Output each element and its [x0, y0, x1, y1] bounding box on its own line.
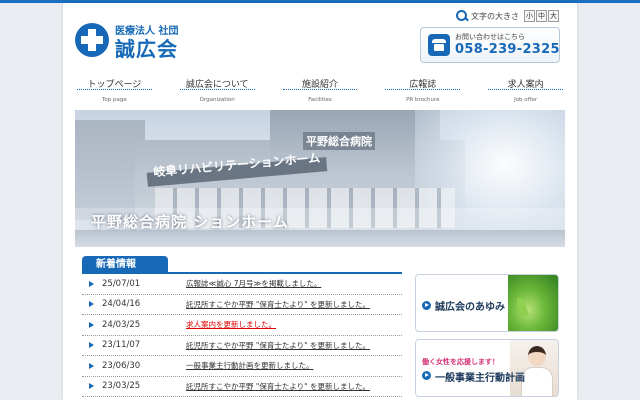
nav-item-top[interactable]: トップページ Top page — [63, 75, 166, 105]
site-logo[interactable]: 医療法人 社団 誠広会 — [75, 19, 195, 61]
news-date: 24/03/25 — [102, 319, 141, 330]
news-date: 25/07/01 — [102, 278, 141, 289]
nav-item-job-offer[interactable]: 求人案内 Job offer — [474, 75, 577, 105]
arrow-right-icon — [88, 279, 98, 289]
global-nav: トップページ Top page 誠広会について Organization 施設紹… — [63, 75, 577, 105]
news-date: 24/04/16 — [102, 299, 141, 310]
news-date: 23/06/30 — [102, 360, 141, 371]
action-plan-tagline: 働く女性を応援します！ — [422, 358, 499, 366]
logo-name: 誠広会 — [115, 37, 178, 61]
news-item[interactable]: 25/07/01 広報誌≪誠心 7月号≫を掲載しました。 — [82, 274, 402, 295]
news-link[interactable]: 広報誌≪誠心 7月号≫を掲載しました。 — [186, 278, 321, 289]
news-item[interactable]: 24/03/25 求人案内を更新しました。 — [82, 315, 402, 336]
news-title: 新着情報 — [82, 256, 168, 274]
news-section: 新着情報 25/07/01 広報誌≪誠心 7月号≫を掲載しました。 24/04/… — [82, 256, 402, 397]
news-list: 25/07/01 広報誌≪誠心 7月号≫を掲載しました。 24/04/16 託児… — [82, 274, 402, 397]
nav-item-pr-brochure[interactable]: 広報誌 PR brochure — [371, 75, 474, 105]
arrow-right-icon — [88, 340, 98, 350]
nav-sublabel: Organization — [199, 97, 235, 103]
history-banner-label: 誠広会のあゆみ — [435, 302, 505, 313]
news-date: 23/03/25 — [102, 381, 141, 392]
nav-sublabel: PR brochure — [406, 97, 440, 103]
news-header: 新着情報 — [82, 256, 402, 274]
nav-sublabel: Facilities — [308, 97, 332, 103]
contact-phone-number[interactable]: 058-239-2325 — [455, 42, 560, 57]
hero-roof-text: 平野総合病院 — [303, 132, 375, 150]
circle-arrow-icon — [422, 371, 431, 380]
contact-box[interactable]: お問い合わせはこちら 058-239-2325 — [420, 27, 560, 63]
news-link[interactable]: 託児所すこやか平野 "保育士たより" を更新しました。 — [186, 340, 370, 351]
contact-label: お問い合わせはこちら — [455, 33, 525, 41]
news-link[interactable]: 託児所すこやか平野 "保育士たより" を更新しました。 — [186, 381, 370, 392]
hero-caption: 平野総合病院 ションホーム — [91, 213, 289, 231]
nav-sublabel: Job offer — [514, 97, 538, 103]
nav-label: 施設紹介 — [301, 80, 338, 90]
action-plan-banner[interactable]: 働く女性を応援します！ 一般事業主行動計画 — [415, 339, 559, 397]
news-link-highlight[interactable]: 求人案内を更新しました。 — [186, 319, 276, 330]
cross-logo-icon — [75, 23, 109, 57]
sprout-image — [508, 275, 558, 331]
font-size-large-button[interactable]: 大 — [548, 10, 559, 22]
hero-ground — [75, 230, 565, 247]
phone-icon — [428, 34, 450, 56]
arrow-right-icon — [88, 381, 98, 391]
action-plan-label: 一般事業主行動計画 — [435, 373, 525, 384]
woman-face — [528, 346, 546, 366]
arrow-right-icon — [88, 361, 98, 371]
news-item[interactable]: 23/06/30 一般事業主行動計画を更新しました。 — [82, 356, 402, 377]
nav-item-organization[interactable]: 誠広会について Organization — [166, 75, 269, 105]
nav-sublabel: Top page — [102, 97, 127, 103]
news-link[interactable]: 一般事業主行動計画を更新しました。 — [186, 360, 314, 371]
nav-label: 求人案内 — [507, 80, 544, 90]
font-size-small-button[interactable]: 小 — [524, 10, 535, 22]
nav-item-facilities[interactable]: 施設紹介 Facilities — [269, 75, 372, 105]
hero-image: 岐阜リハビリテーションホーム 平野総合病院 平野総合病院 ションホーム — [75, 110, 565, 247]
font-size-medium-button[interactable]: 中 — [536, 10, 547, 22]
circle-arrow-icon — [422, 301, 431, 310]
news-item[interactable]: 24/04/16 託児所すこやか平野 "保育士たより" を更新しました。 — [82, 295, 402, 315]
news-item[interactable]: 23/11/07 託児所すこやか平野 "保育士たより" を更新しました。 — [82, 336, 402, 356]
history-banner[interactable]: 誠広会のあゆみ — [415, 274, 559, 332]
nav-label: 誠広会について — [185, 80, 249, 90]
news-link[interactable]: 託児所すこやか平野 "保育士たより" を更新しました。 — [186, 299, 370, 310]
nav-label: 広報誌 — [409, 80, 437, 90]
magnifier-icon — [456, 10, 468, 22]
page-container: 医療法人 社団 誠広会 文字の大きさ 小 中 大 お問い合わせはこちら 058-… — [63, 3, 577, 400]
woman-body — [521, 367, 553, 396]
news-item[interactable]: 23/03/25 託児所すこやか平野 "保育士たより" を更新しました。 — [82, 377, 402, 397]
news-date: 23/11/07 — [102, 340, 141, 351]
arrow-right-icon — [88, 320, 98, 330]
nav-label: トップページ — [87, 80, 142, 90]
font-size-label: 文字の大きさ — [471, 11, 519, 21]
font-size-control: 文字の大きさ 小 中 大 — [456, 9, 559, 23]
arrow-right-icon — [88, 299, 98, 309]
